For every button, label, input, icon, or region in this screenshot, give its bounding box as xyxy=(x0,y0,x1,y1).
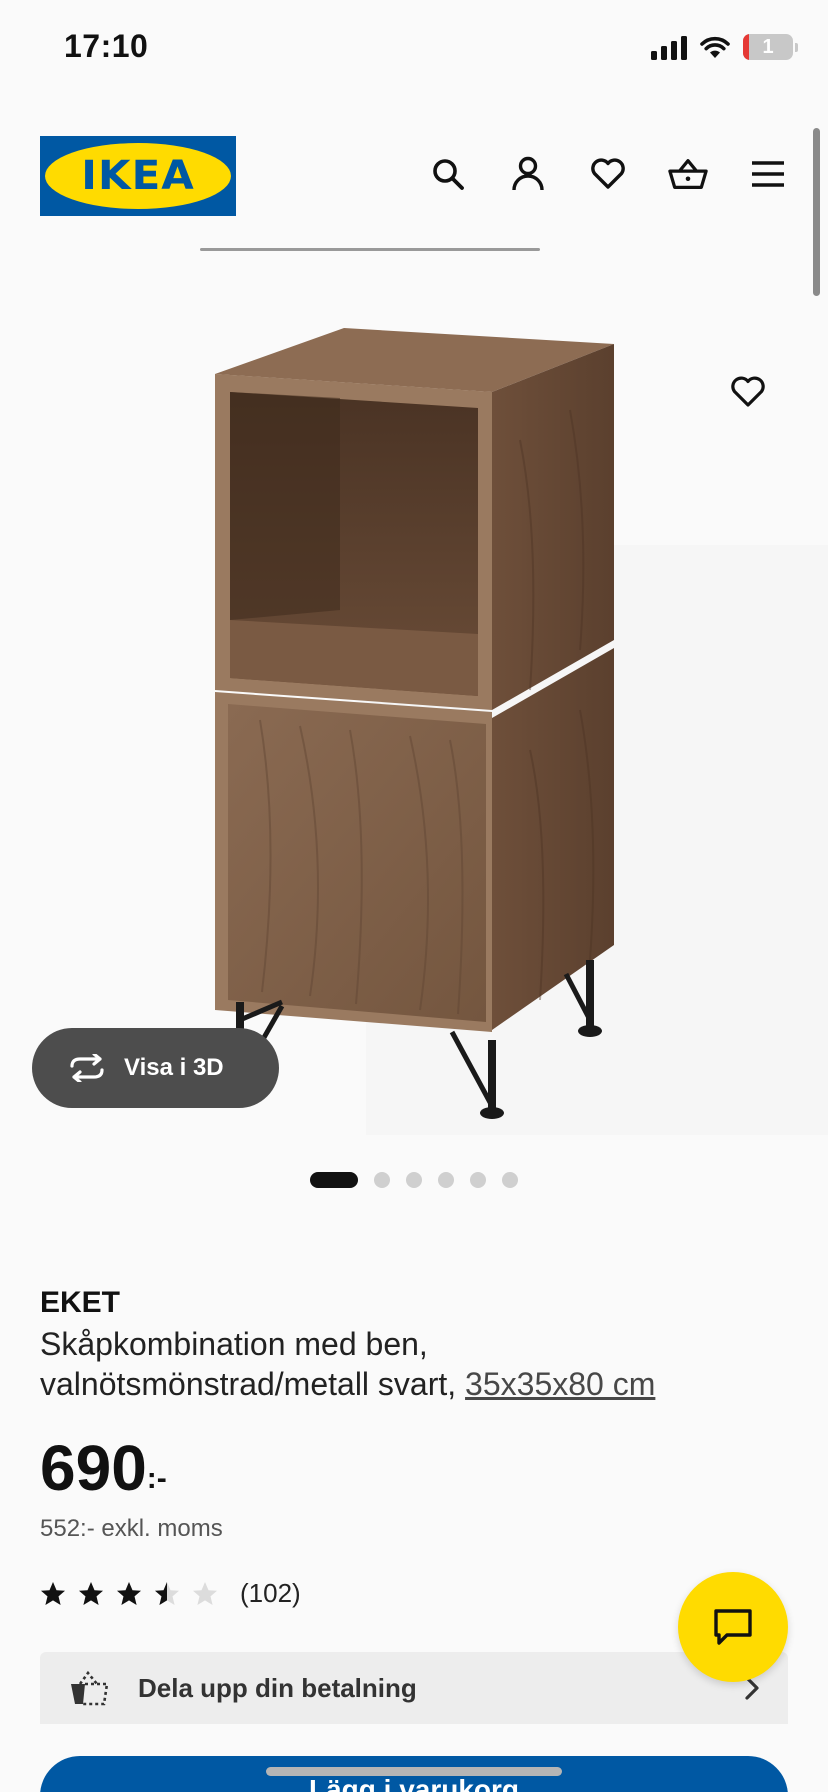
product-description-text: Skåpkombination med ben, valnötsmönstrad… xyxy=(40,1326,457,1402)
gallery-dot[interactable] xyxy=(470,1172,486,1188)
installment-payment-row[interactable]: Dela upp din betalning xyxy=(40,1652,788,1724)
price-suffix: :- xyxy=(146,1462,167,1495)
battery-icon: 1 xyxy=(743,34,793,60)
favorite-button[interactable] xyxy=(726,370,770,414)
search-icon[interactable] xyxy=(428,154,468,194)
view-3d-label: Visa i 3D xyxy=(124,1054,224,1081)
gallery-pagination xyxy=(0,1170,828,1190)
site-header: IKEA xyxy=(0,120,828,240)
product-rating[interactable]: (102) xyxy=(40,1578,301,1609)
star-icon xyxy=(193,1581,217,1605)
star-icon xyxy=(117,1581,141,1605)
heart-icon[interactable] xyxy=(588,154,628,194)
star-icon xyxy=(41,1581,65,1605)
view-3d-button[interactable]: Visa i 3D xyxy=(32,1028,279,1108)
price-value: 690 xyxy=(40,1432,147,1504)
signal-icon xyxy=(651,34,687,60)
wifi-icon xyxy=(700,36,730,58)
status-icons: 1 xyxy=(651,34,798,60)
product-description: Skåpkombination med ben, valnötsmönstrad… xyxy=(40,1324,760,1404)
product-image xyxy=(215,328,828,1135)
header-actions xyxy=(428,154,788,194)
ikea-logo[interactable]: IKEA xyxy=(40,136,236,216)
account-icon[interactable] xyxy=(508,154,548,194)
basket-icon[interactable] xyxy=(668,154,708,194)
page-scrollbar[interactable] xyxy=(813,128,820,296)
product-price: 690 :- xyxy=(40,1432,167,1504)
price-excl-vat: 552:- exkl. moms xyxy=(40,1515,223,1542)
gallery-dot[interactable] xyxy=(502,1172,518,1188)
heart-outline-icon xyxy=(731,376,765,407)
rotate-3d-icon xyxy=(70,1054,104,1082)
gallery-dot[interactable] xyxy=(406,1172,422,1188)
scrolled-text-fragment xyxy=(200,244,540,256)
logo-text: IKEA xyxy=(81,153,195,199)
installment-label: Dela upp din betalning xyxy=(138,1672,417,1703)
add-to-cart-label: Lägg i varukorg xyxy=(308,1774,520,1792)
status-time: 17:10 xyxy=(64,28,149,64)
chat-button[interactable] xyxy=(678,1572,788,1682)
gallery-dot[interactable] xyxy=(438,1172,454,1188)
star-icon xyxy=(79,1581,103,1605)
battery-level: 1 xyxy=(762,35,774,58)
gallery-dot[interactable] xyxy=(374,1172,390,1188)
chat-icon xyxy=(714,1609,752,1645)
installment-icon xyxy=(71,1670,109,1706)
rating-stars xyxy=(40,1581,218,1607)
review-count: (102) xyxy=(240,1578,301,1608)
gallery-dot[interactable] xyxy=(310,1172,358,1188)
home-indicator xyxy=(266,1767,562,1776)
status-bar: 17:10 1 xyxy=(0,0,828,100)
menu-icon[interactable] xyxy=(748,154,788,194)
product-name: EKET xyxy=(40,1286,121,1319)
product-gallery[interactable]: Visa i 3D xyxy=(0,280,828,1188)
star-icon xyxy=(155,1581,179,1605)
product-size-link[interactable]: 35x35x80 cm xyxy=(465,1366,655,1402)
